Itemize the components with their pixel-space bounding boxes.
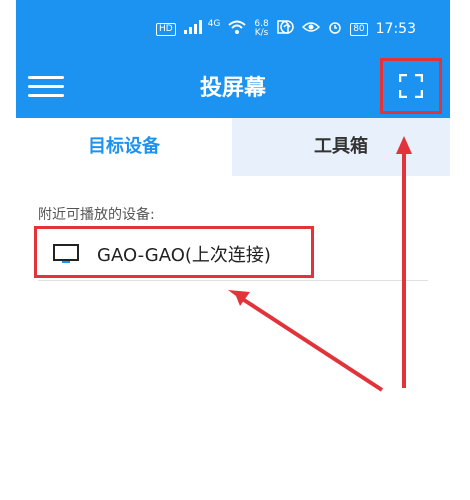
clock: 17:53 bbox=[375, 21, 416, 37]
alarm-icon bbox=[328, 20, 342, 38]
status-right-icons: 80 17:53 bbox=[280, 20, 416, 38]
tab-toolbox[interactable]: 工具箱 bbox=[232, 118, 450, 176]
status-left-icons: HD 4G 6.8 K/s bbox=[156, 19, 289, 38]
phone-screen: HD 4G 6.8 K/s 80 17:53 投屏幕 目标设备 工具箱 附近可播… bbox=[0, 0, 470, 500]
network-speed-unit: K/s bbox=[254, 28, 269, 38]
tab-target-devices[interactable]: 目标设备 bbox=[16, 118, 232, 176]
scan-frame-icon bbox=[399, 74, 423, 98]
hd-badge: HD bbox=[156, 22, 176, 36]
tab-bar: 目标设备 工具箱 bbox=[16, 118, 450, 176]
nfc-icon bbox=[280, 20, 294, 38]
device-list-panel: 附近可播放的设备: GAO-GAO(上次连接) bbox=[16, 176, 450, 500]
network-type-label: 4G bbox=[207, 19, 221, 29]
status-bar: HD 4G 6.8 K/s 80 17:53 bbox=[16, 0, 450, 58]
monitor-icon bbox=[53, 244, 79, 263]
top-bar: HD 4G 6.8 K/s 80 17:53 投屏幕 bbox=[16, 0, 450, 118]
signal-icon bbox=[183, 20, 206, 38]
eye-icon bbox=[302, 21, 321, 37]
app-bar: 投屏幕 bbox=[16, 58, 450, 118]
network-speed: 6.8 K/s bbox=[254, 20, 268, 38]
wifi-icon bbox=[228, 20, 247, 38]
device-item[interactable]: GAO-GAO(上次连接) bbox=[34, 226, 314, 278]
device-name: GAO-GAO(上次连接) bbox=[97, 245, 271, 266]
scan-button[interactable] bbox=[380, 58, 442, 114]
section-label: 附近可播放的设备: bbox=[38, 207, 155, 223]
divider bbox=[38, 280, 428, 281]
battery-indicator: 80 bbox=[350, 22, 368, 36]
